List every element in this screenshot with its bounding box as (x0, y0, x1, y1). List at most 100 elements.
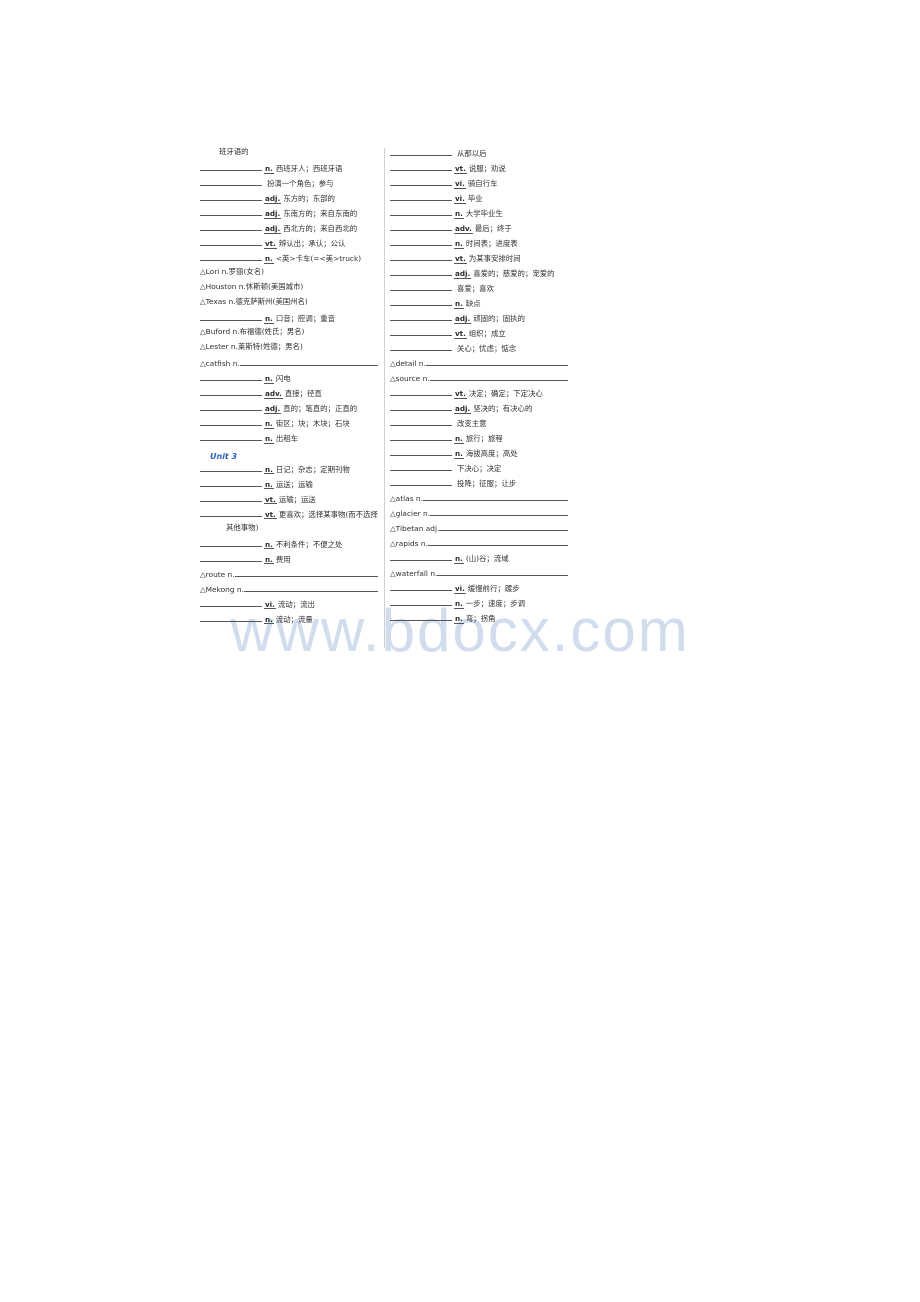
answer-blank[interactable] (430, 508, 568, 516)
part-of-speech: adv. (454, 224, 473, 234)
vocabulary-entry: vt. 更喜欢；选择某事物(而不选择 (200, 509, 380, 524)
answer-blank[interactable] (390, 193, 452, 201)
chinese-definition: 东方的；东部的 (283, 194, 335, 203)
vocabulary-entry: △source n. (390, 373, 570, 388)
answer-blank[interactable] (390, 553, 452, 561)
answer-blank[interactable] (390, 403, 452, 411)
vocabulary-entry: n. 费用 (200, 554, 380, 569)
answer-blank[interactable] (390, 223, 452, 231)
answer-blank[interactable] (200, 388, 262, 396)
answer-blank[interactable] (390, 208, 452, 216)
answer-blank[interactable] (390, 268, 452, 276)
answer-blank[interactable] (200, 509, 262, 517)
vocabulary-entry: adj. 西北方的；来自西北的 (200, 223, 380, 238)
answer-blank[interactable] (200, 373, 262, 381)
answer-blank[interactable] (200, 403, 262, 411)
answer-blank[interactable] (390, 313, 452, 321)
answer-blank[interactable] (439, 523, 568, 531)
chinese-definition: 顽固的；固执的 (473, 314, 525, 323)
part-of-speech: adj. (454, 404, 472, 414)
answer-blank[interactable] (200, 178, 262, 186)
answer-blank[interactable] (427, 538, 568, 546)
answer-blank[interactable] (200, 418, 262, 426)
answer-blank[interactable] (390, 163, 452, 171)
answer-blank[interactable] (390, 343, 452, 351)
answer-blank[interactable] (200, 208, 262, 216)
chinese-definition: 直接；径直 (284, 389, 322, 398)
answer-blank[interactable] (422, 493, 568, 501)
answer-blank[interactable] (390, 388, 452, 396)
chinese-definition: 骑自行车 (467, 179, 498, 188)
part-of-speech: vt. (454, 389, 467, 399)
part-of-speech: vt. (454, 254, 467, 264)
answer-blank[interactable] (200, 163, 262, 171)
answer-blank[interactable] (390, 448, 452, 456)
part-of-speech: n. (264, 374, 274, 384)
answer-blank[interactable] (390, 583, 452, 591)
answer-blank[interactable] (390, 238, 452, 246)
vocabulary-entry: △atlas n. (390, 493, 570, 508)
chinese-definition: 关心；忧虑；惦念 (457, 344, 517, 353)
answer-blank[interactable] (234, 569, 378, 577)
part-of-speech: n. (454, 614, 464, 624)
part-of-speech: n. (454, 449, 464, 459)
answer-blank[interactable] (390, 298, 452, 306)
chinese-definition: 不利条件；不便之处 (275, 539, 343, 549)
answer-blank[interactable] (390, 283, 452, 291)
vocabulary-entry: n. 旅行；旅程 (390, 433, 570, 448)
answer-blank[interactable] (390, 148, 452, 156)
answer-blank[interactable] (239, 358, 378, 366)
chinese-definition: 西班牙人；西班牙语 (275, 164, 343, 173)
answer-blank[interactable] (243, 584, 378, 592)
answer-blank[interactable] (200, 599, 262, 607)
vocabulary-entry: △Mekong n. (200, 584, 380, 599)
answer-blank[interactable] (200, 238, 262, 246)
vocabulary-entry: n. 一步；速度；步调 (390, 598, 570, 613)
answer-blank[interactable] (425, 358, 568, 366)
vocabulary-entry: n. 闪电 (200, 373, 380, 388)
chinese-definition: 下决心；决定 (457, 464, 502, 473)
answer-blank[interactable] (437, 568, 568, 576)
answer-blank[interactable] (200, 614, 262, 622)
part-of-speech: n. (264, 554, 274, 565)
vocabulary-entry: 班牙语的 (200, 148, 380, 163)
vocabulary-entry: n. 流动；流量 (200, 614, 380, 629)
part-of-speech: adj. (264, 404, 282, 414)
answer-blank[interactable] (200, 313, 262, 321)
answer-blank[interactable] (200, 479, 262, 487)
vocabulary-entry: △Houston n.休斯顿(美国城市) (200, 283, 380, 298)
part-of-speech: n. (454, 599, 464, 609)
vocabulary-entry: △rapids n. (390, 538, 570, 553)
answer-blank[interactable] (390, 178, 452, 186)
answer-blank[interactable] (200, 253, 262, 261)
answer-blank[interactable] (390, 598, 452, 606)
part-of-speech: vt. (264, 239, 277, 249)
answer-blank[interactable] (390, 613, 452, 621)
answer-blank[interactable] (429, 373, 568, 381)
vocabulary-entry: △catfish n. (200, 358, 380, 373)
part-of-speech: vt. (264, 509, 277, 520)
vocabulary-entry: adj. 东方的；东部的 (200, 193, 380, 208)
answer-blank[interactable] (390, 418, 452, 426)
answer-blank[interactable] (390, 478, 452, 486)
answer-blank[interactable] (200, 539, 262, 547)
vocabulary-entry: n. <英>卡车(=<美>truck) (200, 253, 380, 268)
answer-blank[interactable] (200, 494, 262, 502)
answer-blank[interactable] (200, 223, 262, 231)
vocabulary-entry: n. 缺点 (390, 298, 570, 313)
answer-blank[interactable] (390, 328, 452, 336)
vocabulary-entry: 从那以后 (390, 148, 570, 163)
answer-blank[interactable] (390, 433, 452, 441)
entry-headword: △Buford n.布福德(姓氏；男名) (200, 327, 305, 336)
answer-blank[interactable] (390, 463, 452, 471)
answer-blank[interactable] (390, 253, 452, 261)
part-of-speech: n. (264, 479, 274, 490)
entry-headword: △catfish n. (200, 359, 240, 368)
answer-blank[interactable] (200, 554, 262, 562)
answer-blank[interactable] (200, 433, 262, 441)
answer-blank[interactable] (200, 193, 262, 201)
chinese-definition: 运输；运送 (278, 494, 316, 504)
vocabulary-entry: vi. 流动；流出 (200, 599, 380, 614)
vocabulary-entry: 其他事物) (200, 524, 380, 539)
answer-blank[interactable] (200, 464, 262, 472)
